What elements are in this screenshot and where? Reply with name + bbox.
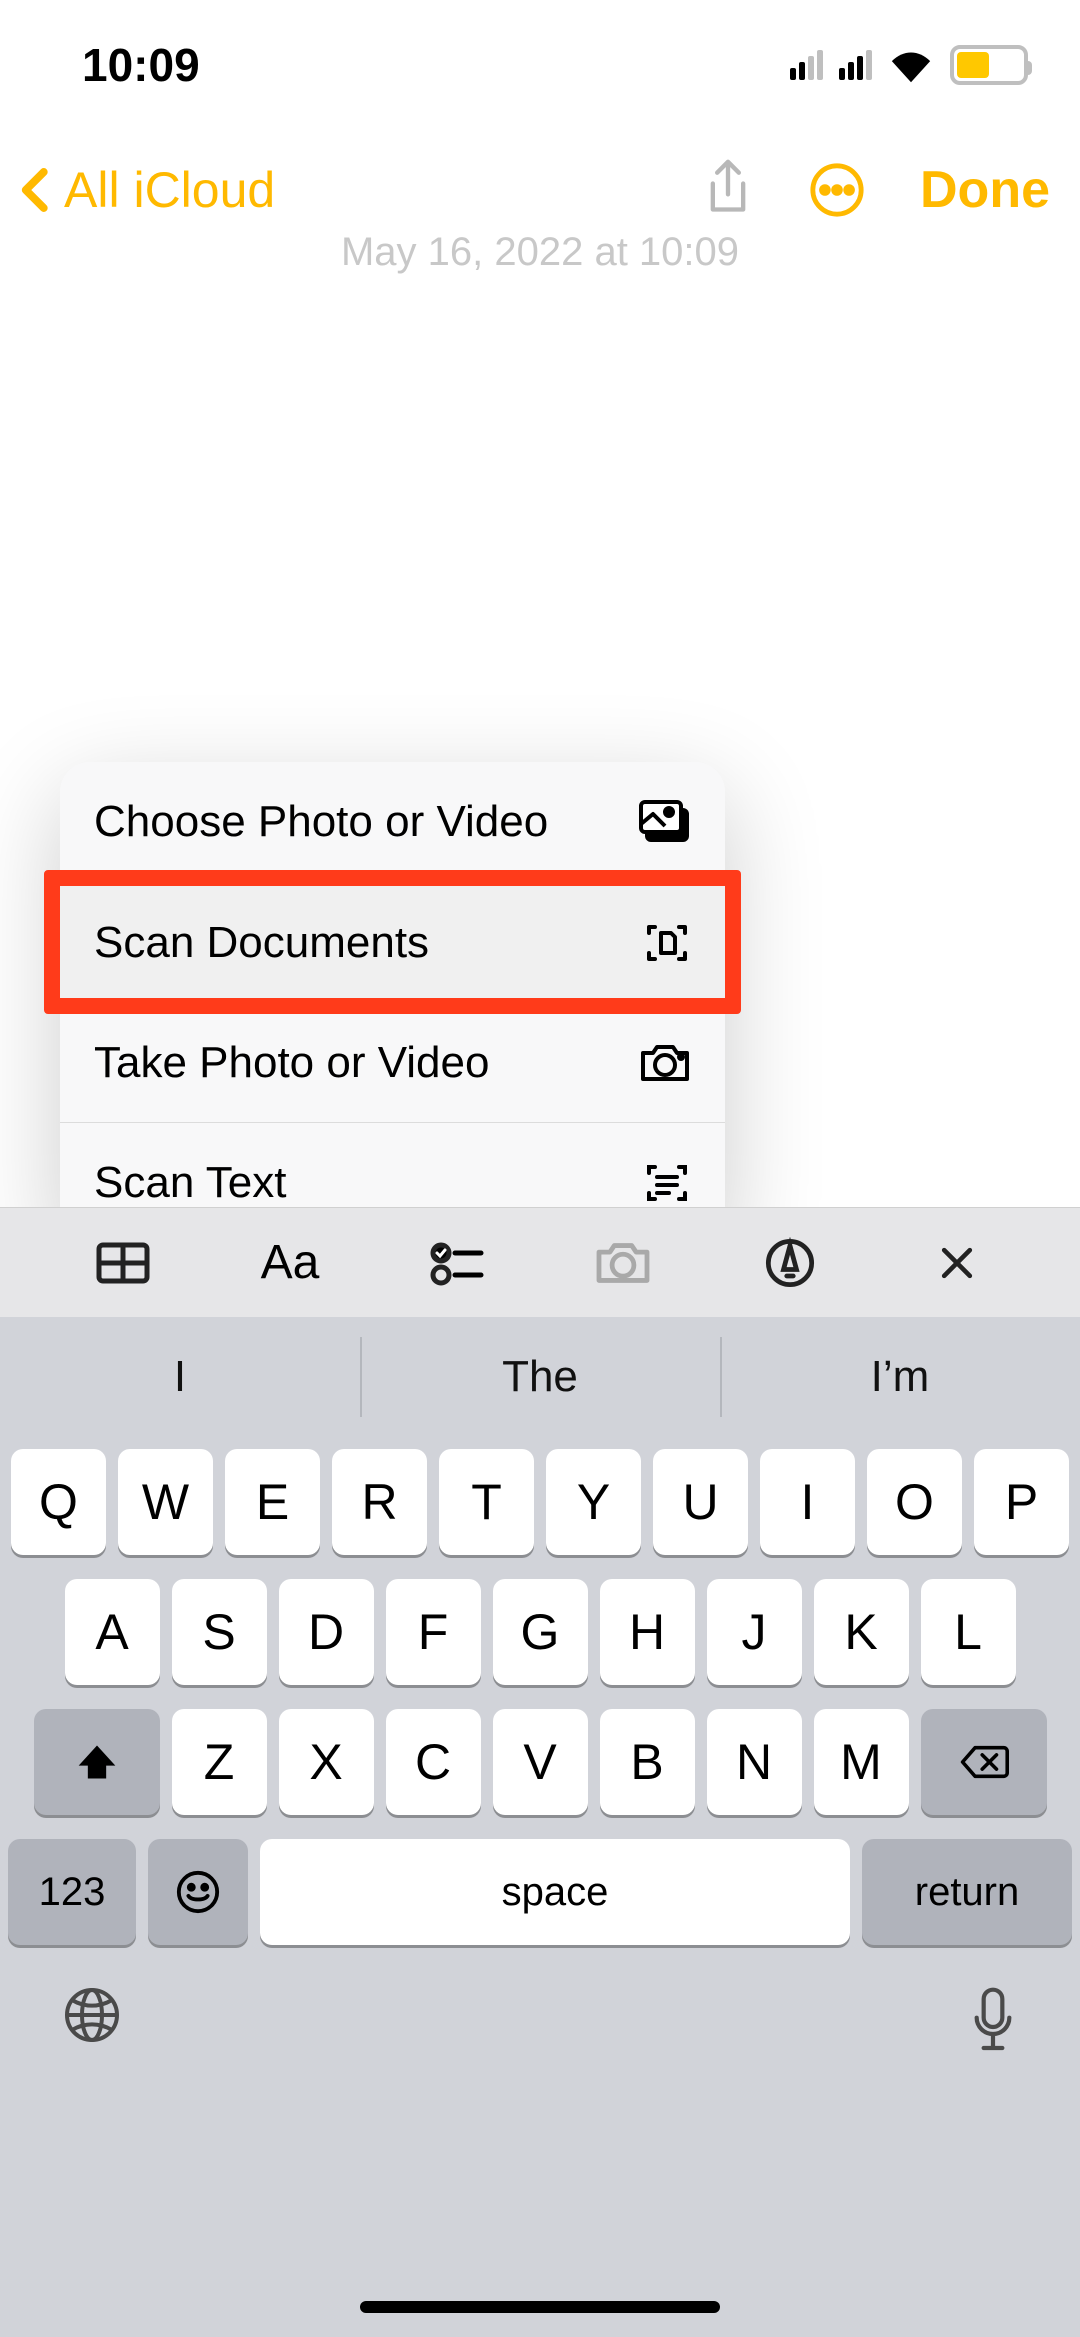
suggestion-2[interactable]: The [360,1317,720,1437]
key-v[interactable]: V [493,1709,588,1815]
menu-item-scan-documents[interactable]: Scan Documents [60,882,725,1002]
text-format-button[interactable]: Aa [255,1228,325,1298]
key-u[interactable]: U [653,1449,748,1555]
home-indicator[interactable] [360,2301,720,2313]
share-icon[interactable] [702,157,754,223]
close-icon [935,1241,979,1285]
markup-button[interactable] [755,1228,825,1298]
close-toolbar-button[interactable] [922,1228,992,1298]
dictation-icon[interactable] [968,1985,1018,2055]
key-a[interactable]: A [65,1579,160,1685]
key-t[interactable]: T [439,1449,534,1555]
key-r[interactable]: R [332,1449,427,1555]
key-w[interactable]: W [118,1449,213,1555]
camera-attach-button[interactable] [588,1228,658,1298]
photos-icon [639,800,691,844]
text-format-label: Aa [261,1235,320,1290]
menu-item-label: Scan Text [94,1158,286,1208]
key-p[interactable]: P [974,1449,1069,1555]
status-indicators [790,45,1028,85]
wifi-icon [888,47,934,83]
menu-item-take-photo[interactable]: Take Photo or Video [60,1002,725,1122]
key-e[interactable]: E [225,1449,320,1555]
key-y[interactable]: Y [546,1449,641,1555]
key-row-bottom: 123 space return [0,1815,1080,1945]
done-button[interactable]: Done [920,160,1050,220]
table-button[interactable] [88,1228,158,1298]
key-l[interactable]: L [921,1579,1016,1685]
status-bar: 10:09 [0,0,1080,130]
menu-item-choose-photo[interactable]: Choose Photo or Video [60,762,725,882]
chevron-left-icon [10,160,64,220]
menu-item-label: Take Photo or Video [94,1038,489,1088]
checklist-icon [429,1239,485,1287]
key-o[interactable]: O [867,1449,962,1555]
key-row-2: A S D F G H J K L [8,1579,1072,1685]
key-g[interactable]: G [493,1579,588,1685]
table-icon [95,1239,151,1287]
key-x[interactable]: X [279,1709,374,1815]
backspace-icon [959,1743,1009,1781]
status-time: 10:09 [82,38,200,92]
back-label: All iCloud [64,161,275,219]
key-k[interactable]: K [814,1579,909,1685]
key-b[interactable]: B [600,1709,695,1815]
key-j[interactable]: J [707,1579,802,1685]
key-i[interactable]: I [760,1449,855,1555]
key-row-1: Q W E R T Y U I O P [8,1449,1072,1555]
document-scan-icon [643,919,691,967]
key-space[interactable]: space [260,1839,850,1945]
key-shift[interactable] [34,1709,160,1815]
markup-icon [764,1237,816,1289]
key-h[interactable]: H [600,1579,695,1685]
key-s[interactable]: S [172,1579,267,1685]
key-n[interactable]: N [707,1709,802,1815]
suggestion-3[interactable]: I’m [720,1317,1080,1437]
camera-icon [593,1239,653,1287]
back-button[interactable]: All iCloud [10,160,275,220]
menu-item-label: Choose Photo or Video [94,797,548,847]
key-m[interactable]: M [814,1709,909,1815]
key-emoji[interactable] [148,1839,248,1945]
suggestion-1[interactable]: I [0,1317,360,1437]
key-q[interactable]: Q [11,1449,106,1555]
key-f[interactable]: F [386,1579,481,1685]
menu-item-label: Scan Documents [94,918,429,968]
key-numbers[interactable]: 123 [8,1839,136,1945]
keyboard-footer [0,1945,1080,2337]
keyboard: I The I’m Q W E R T Y U I O P A S D F [0,1317,1080,2337]
key-row-3: Z X C V B N M [8,1709,1072,1815]
camera-icon [639,1041,691,1085]
note-timestamp: May 16, 2022 at 10:09 [0,230,1080,275]
keyboard-suggestions: I The I’m [0,1317,1080,1437]
battery-icon [950,45,1028,85]
key-backspace[interactable] [921,1709,1047,1815]
shift-icon [75,1740,119,1784]
notes-format-toolbar: Aa [0,1207,1080,1317]
key-z[interactable]: Z [172,1709,267,1815]
key-c[interactable]: C [386,1709,481,1815]
text-scan-icon [643,1159,691,1207]
key-d[interactable]: D [279,1579,374,1685]
attach-action-menu: Choose Photo or Video Scan Documents Tak… [60,762,725,1242]
key-return[interactable]: return [862,1839,1072,1945]
checklist-button[interactable] [422,1228,492,1298]
more-icon[interactable] [808,161,866,219]
globe-icon[interactable] [62,1985,122,2045]
cell-signal-icon-sim2 [839,50,872,80]
emoji-icon [175,1869,221,1915]
cell-signal-icon [790,50,823,80]
